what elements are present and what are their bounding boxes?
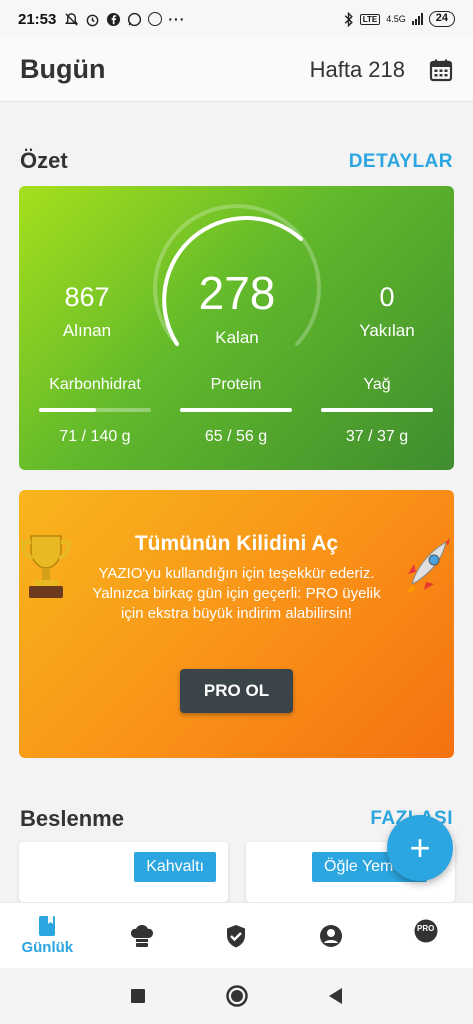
- burned-label: Yakılan: [359, 321, 415, 340]
- status-time: 21:53: [18, 10, 57, 28]
- nav-pro[interactable]: PRO: [378, 903, 473, 968]
- chef-hat-icon: [130, 924, 153, 947]
- macro-fat: Yağ 37 / 37 g: [321, 376, 433, 446]
- nav-profile[interactable]: [284, 903, 379, 968]
- eaten-value: 867: [64, 282, 110, 312]
- details-link[interactable]: DETAYLAR: [349, 151, 453, 173]
- nutrition-title: Beslenme: [20, 806, 124, 831]
- burned-stat: 0 Yakılan: [341, 282, 433, 341]
- remaining-stat: 278 Kalan: [167, 266, 307, 348]
- add-fab-button[interactable]: +: [387, 815, 453, 881]
- status-bar: 21:53 ··· LTE 4.5G 24: [0, 0, 473, 38]
- recents-button-icon[interactable]: [130, 988, 146, 1004]
- pro-promo-card: Tümünün Kilidini Aç YAZIO'yu kullandığın…: [19, 490, 454, 758]
- fat-value: 37 / 37 g: [345, 428, 409, 445]
- alarm-icon: [87, 14, 99, 26]
- remaining-value: 278: [198, 267, 276, 319]
- system-indicators: LTE 4.5G 24: [344, 11, 455, 27]
- protein-label: Protein: [210, 376, 262, 393]
- app-notification-icon: [148, 12, 163, 26]
- carbs-value: 71 / 140 g: [59, 428, 131, 445]
- burned-value: 0: [379, 282, 395, 312]
- calendar-icon[interactable]: [429, 58, 453, 82]
- meal-card-breakfast[interactable]: Kahvaltı: [19, 842, 228, 902]
- back-button-icon[interactable]: [328, 987, 344, 1005]
- summary-title: Özet: [20, 148, 68, 173]
- summary-card[interactable]: 867 Alınan 278 Kalan 0 Yakılan Karbonhid…: [19, 186, 454, 470]
- home-button-icon[interactable]: [225, 985, 248, 1007]
- nav-recipes[interactable]: [95, 903, 190, 968]
- whatsapp-icon: [128, 12, 142, 26]
- signal-icon: [411, 13, 423, 25]
- promo-text: YAZIO'yu kullandığın için teşekkür ederi…: [92, 565, 381, 622]
- volte-icon: LTE: [359, 13, 381, 25]
- battery-icon: 24: [428, 11, 455, 27]
- pro-badge-text: PRO: [417, 924, 435, 933]
- macro-carbs: Karbonhidrat 71 / 140 g: [39, 376, 151, 446]
- network-type: 4.5G: [386, 14, 406, 24]
- facebook-icon: [107, 12, 121, 26]
- protein-value: 65 / 56 g: [204, 428, 268, 445]
- notification-icons: [64, 12, 163, 27]
- fat-progress: [321, 408, 433, 412]
- carbs-progress: [39, 408, 151, 412]
- page-title: Bugün: [20, 54, 106, 84]
- eaten-stat: 867 Alınan: [41, 282, 133, 341]
- system-nav-bar: [0, 968, 473, 1024]
- pro-upgrade-button[interactable]: PRO OL: [180, 669, 293, 713]
- macro-protein: Protein 65 / 56 g: [180, 376, 292, 446]
- week-label[interactable]: Hafta 218: [310, 57, 405, 83]
- fat-label: Yağ: [363, 376, 391, 393]
- shield-check-icon: [227, 924, 246, 947]
- app-header: Bugün Hafta 218: [0, 38, 473, 102]
- diary-icon: [39, 916, 56, 936]
- protein-progress: [180, 408, 292, 412]
- mute-bell-icon: [65, 12, 79, 26]
- profile-icon: [320, 924, 343, 947]
- rocket-icon: [406, 538, 450, 594]
- bluetooth-icon: [344, 11, 353, 27]
- more-notifications-icon: ···: [168, 11, 186, 27]
- bottom-nav: Günlük PRO: [0, 902, 473, 968]
- carbs-label: Karbonhidrat: [49, 376, 141, 393]
- nav-diary-label: Günlük: [21, 939, 74, 956]
- remaining-label: Kalan: [215, 328, 259, 347]
- nav-fasting[interactable]: [189, 903, 284, 968]
- meal-tag-breakfast: Kahvaltı: [134, 852, 216, 882]
- nav-diary[interactable]: Günlük: [0, 903, 95, 968]
- promo-title: Tümünün Kilidini Aç: [134, 532, 339, 555]
- eaten-label: Alınan: [62, 321, 112, 340]
